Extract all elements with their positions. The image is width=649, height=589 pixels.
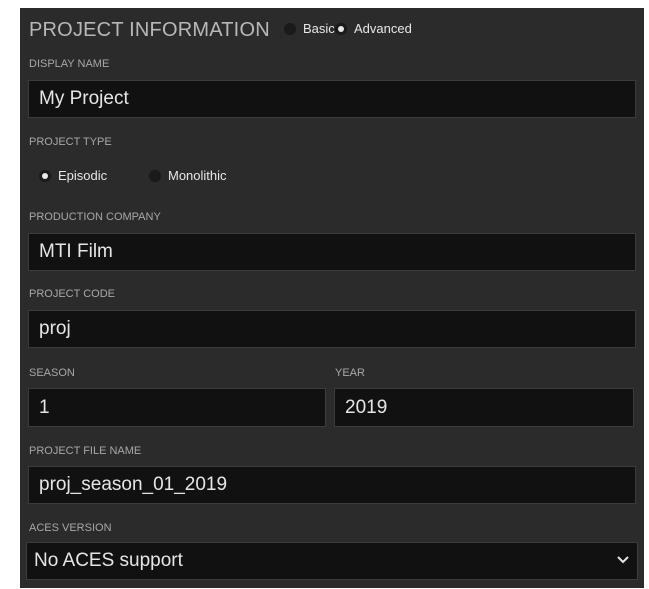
year-label: YEAR [335, 367, 365, 379]
radio-unchecked-icon [148, 168, 162, 183]
project-information-panel: PROJECT INFORMATION Basic Advanced DISPL… [20, 8, 644, 588]
display-name-field[interactable]: My Project [28, 80, 636, 118]
production-company-field[interactable]: MTI Film [28, 233, 636, 271]
mode-radio-basic[interactable]: Basic [283, 21, 335, 36]
display-name-label: DISPLAY NAME [29, 58, 110, 70]
aces-version-value: No ACES support [34, 550, 183, 571]
project-type-label: PROJECT TYPE [29, 136, 112, 148]
radio-checked-icon [38, 168, 52, 183]
mode-radio-basic-label: Basic [303, 21, 335, 36]
season-label: SEASON [29, 367, 75, 379]
project-type-episodic-label: Episodic [58, 168, 108, 183]
project-code-label: PROJECT CODE [29, 288, 115, 300]
project-type-radio-monolithic[interactable]: Monolithic [148, 168, 227, 183]
project-type-radio-episodic[interactable]: Episodic [38, 168, 107, 183]
project-type-monolithic-label: Monolithic [168, 168, 227, 183]
chevron-down-icon[interactable] [615, 551, 631, 567]
production-company-label: PRODUCTION COMPANY [29, 211, 161, 223]
aces-version-select[interactable]: No ACES support [26, 542, 638, 580]
mode-radio-advanced[interactable]: Advanced [334, 21, 412, 36]
project-file-name-field[interactable]: proj_season_01_2019 [28, 466, 636, 504]
mode-radio-advanced-label: Advanced [354, 21, 412, 36]
radio-checked-icon [334, 21, 348, 36]
project-file-name-label: PROJECT FILE NAME [29, 445, 142, 457]
season-field[interactable]: 1 [28, 388, 326, 427]
panel-title: PROJECT INFORMATION [29, 19, 270, 41]
year-field[interactable]: 2019 [334, 388, 634, 427]
project-code-field[interactable]: proj [28, 310, 636, 348]
radio-unchecked-icon [283, 21, 297, 36]
aces-version-label: ACES VERSION [29, 522, 112, 534]
